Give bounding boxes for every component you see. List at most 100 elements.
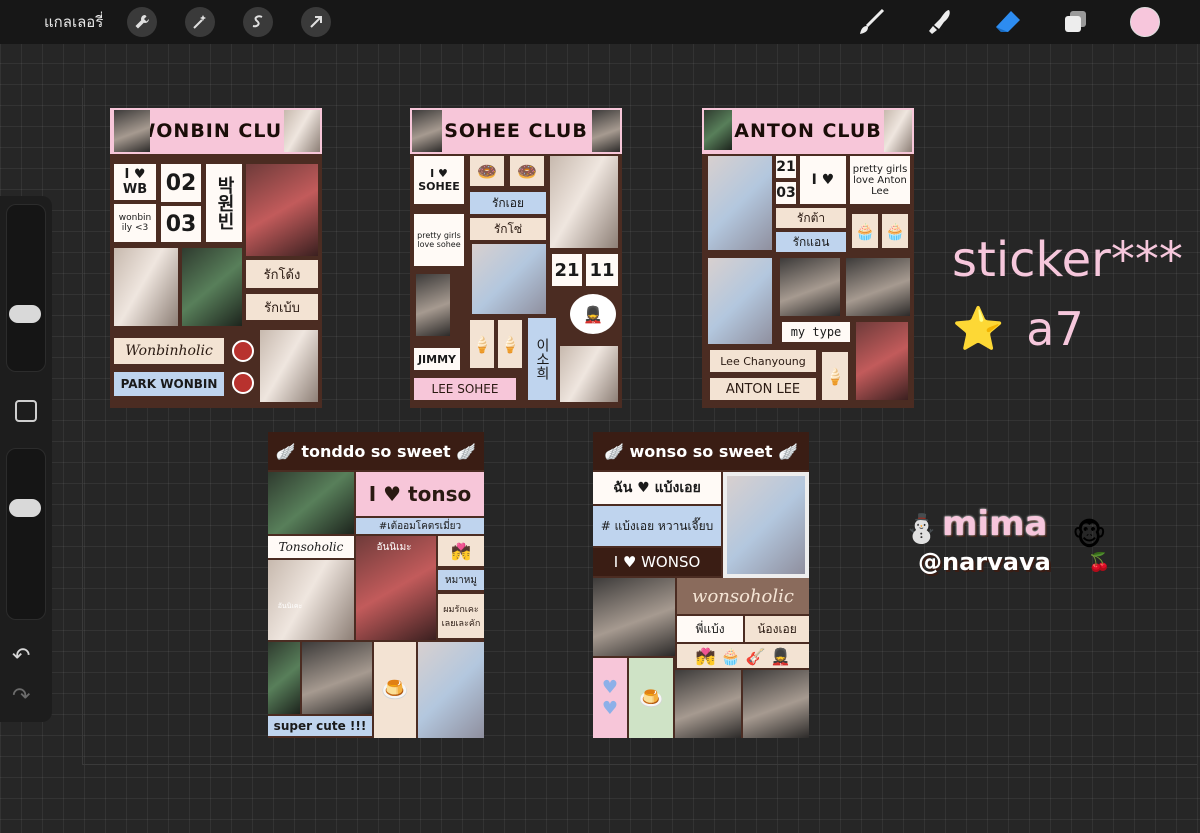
photo-sticker bbox=[856, 322, 908, 400]
i-love-sticker: I ♥ WONSO bbox=[593, 548, 721, 576]
photo-sticker bbox=[708, 156, 772, 250]
gallery-button[interactable]: แกลเลอรี่ bbox=[44, 10, 103, 34]
caption-sticker: อันนิเมะ bbox=[376, 541, 412, 553]
monkey-icon: 🐵 bbox=[1072, 518, 1107, 553]
icecream-sticker: 🍦 bbox=[498, 320, 522, 368]
opacity-slider[interactable] bbox=[6, 448, 46, 620]
holic-sticker: wonsoholic bbox=[677, 578, 809, 614]
selection-icon[interactable] bbox=[243, 7, 274, 37]
magic-wand-icon[interactable] bbox=[185, 7, 216, 37]
set-code: a7 bbox=[1026, 302, 1084, 356]
photo-sticker bbox=[675, 670, 741, 738]
holic-sticker: Wonbinholic bbox=[114, 338, 224, 364]
top-toolbar: แกลเลอรี่ bbox=[0, 0, 1200, 44]
love-sticker-2: รักแอน bbox=[776, 232, 846, 252]
photo-sticker bbox=[418, 642, 484, 738]
love-line-sticker: ฉัน ♥ แบ้งเอย bbox=[593, 472, 721, 504]
jimmy-sticker: JIMMY bbox=[414, 348, 460, 370]
pudding-sticker: 🍮 bbox=[374, 642, 416, 738]
sticker-sheet-tonddo[interactable]: 🪽 tonddo so sweet 🪽 I ♥ tonso #เต้ออมโคต… bbox=[268, 432, 484, 738]
watermark-handle: @narvava bbox=[918, 548, 1051, 576]
photo-sticker bbox=[592, 110, 620, 152]
i-love-sticker: I ♥ bbox=[800, 156, 846, 204]
photo-sticker bbox=[114, 248, 178, 326]
set-label: ⭐ a7 bbox=[952, 302, 1084, 356]
brush-size-knob[interactable] bbox=[9, 305, 41, 323]
sheet-title-text: WONBIN CLUB bbox=[134, 120, 298, 142]
hashtag-sticker: # แบ้งเอย หวานเจี๊ยบ bbox=[593, 506, 721, 546]
wing-icon: 🪽 bbox=[275, 441, 296, 461]
left-sidebar: ↶ ↷ bbox=[0, 196, 52, 722]
emoji-sticker: 💏 bbox=[438, 536, 484, 566]
holic-sticker: Tonsoholic bbox=[268, 536, 354, 558]
photo-sticker bbox=[302, 642, 372, 714]
date-day-sticker: 21 bbox=[552, 254, 582, 286]
photo-sticker bbox=[743, 670, 809, 738]
photo-grid-sticker bbox=[268, 472, 354, 534]
pudding-sticker: 🍮 bbox=[629, 658, 673, 738]
star-icon: ⭐ bbox=[952, 304, 1005, 353]
wrench-icon[interactable] bbox=[127, 7, 158, 37]
sheet-title-text: SOHEE CLUB bbox=[444, 120, 588, 142]
modify-button[interactable] bbox=[15, 400, 37, 422]
sticker-label: sticker*** bbox=[952, 232, 1183, 288]
icecream-sticker: 🍦 bbox=[470, 320, 494, 368]
my-type-sticker: my type bbox=[782, 322, 850, 342]
eraser-icon[interactable] bbox=[992, 6, 1024, 38]
sticker-sheet-wonso[interactable]: 🪽 wonso so sweet 🪽 ฉัน ♥ แบ้งเอย # แบ้งเ… bbox=[593, 432, 809, 738]
wing-icon: 🪽 bbox=[604, 441, 624, 461]
date-day-sticker: 21 bbox=[776, 156, 796, 178]
brush-size-slider[interactable] bbox=[6, 204, 46, 372]
icecream-sticker: 🍦 bbox=[822, 352, 848, 400]
sticker-sheet-sohee[interactable]: SOHEE CLUB I ♥ SOHEE 🍩 🍩 รักเอย รักโซ่ p… bbox=[410, 108, 622, 408]
photo-sticker bbox=[846, 258, 910, 316]
photo-sticker bbox=[884, 110, 912, 152]
layers-icon[interactable] bbox=[1060, 6, 1092, 38]
artist-watermark: ⛄ mima 🐵 @narvava 🍒 bbox=[904, 500, 1116, 584]
caption-sticker: ผมรักเคะ เลยเละคัก bbox=[438, 594, 484, 638]
opacity-knob[interactable] bbox=[9, 499, 41, 517]
move-arrow-icon[interactable] bbox=[301, 7, 332, 37]
sheet-title-text: ANTON CLUB bbox=[734, 120, 882, 142]
name-sticker: LEE SOHEE bbox=[414, 378, 516, 400]
caption-sticker: หมาหมู bbox=[438, 570, 484, 590]
photo-sticker bbox=[723, 472, 809, 578]
wing-icon: 🪽 bbox=[778, 441, 798, 461]
name-sticker: PARK WONBIN bbox=[114, 372, 224, 396]
caption-sticker: พี่แบ้ง bbox=[677, 616, 743, 642]
sheet-title: ANTON CLUB bbox=[702, 108, 914, 154]
name-kr-sticker: Lee Chanyoung bbox=[710, 350, 816, 372]
photo-sticker bbox=[560, 346, 618, 402]
sticker-sheet-anton[interactable]: ANTON CLUB 21 03 I ♥ pretty girls love A… bbox=[702, 108, 914, 408]
love-sticker-2: รักโซ่ bbox=[470, 218, 546, 240]
photo-sticker bbox=[593, 578, 675, 656]
undo-icon[interactable]: ↶ bbox=[12, 644, 30, 669]
photo-sticker bbox=[412, 110, 442, 152]
date-day-sticker: 02 bbox=[161, 164, 201, 202]
color-picker-button[interactable] bbox=[1130, 7, 1160, 37]
donut-sticker: 🍩 bbox=[470, 156, 504, 186]
photo-sticker bbox=[550, 156, 618, 248]
sticker-sheet-wonbin[interactable]: WONBIN CLUB I ♥ WB wonbin ily <3 02 03 박… bbox=[110, 108, 322, 408]
pretty-girls-sticker: pretty girls love sohee bbox=[414, 214, 464, 266]
date-month-sticker: 03 bbox=[161, 206, 201, 242]
photo-sticker bbox=[246, 164, 318, 256]
pretty-girls-sticker: pretty girls love Anton Lee bbox=[850, 156, 910, 204]
sheet-title: 🪽 wonso so sweet 🪽 bbox=[593, 432, 809, 470]
button-sticker bbox=[232, 372, 254, 394]
wing-icon: 🪽 bbox=[456, 441, 477, 461]
photo-sticker bbox=[472, 244, 546, 314]
name-sticker: ANTON LEE bbox=[710, 378, 816, 400]
photo-sticker bbox=[182, 248, 242, 326]
photo-sticker bbox=[416, 274, 450, 336]
love-sticker-1: รักเอย bbox=[470, 192, 546, 214]
caption-sticker: น้องเอย bbox=[745, 616, 809, 642]
brush-icon[interactable] bbox=[856, 6, 888, 38]
watermark-name: mima bbox=[942, 504, 1048, 544]
photo-sticker bbox=[114, 110, 150, 152]
redo-icon[interactable]: ↷ bbox=[12, 684, 30, 709]
cherry-icon: 🍒 bbox=[1088, 552, 1111, 573]
cake-sticker: 🧁 bbox=[882, 214, 908, 248]
cute-sticker: super cute !!! bbox=[268, 716, 372, 736]
smudge-icon[interactable] bbox=[924, 6, 956, 38]
